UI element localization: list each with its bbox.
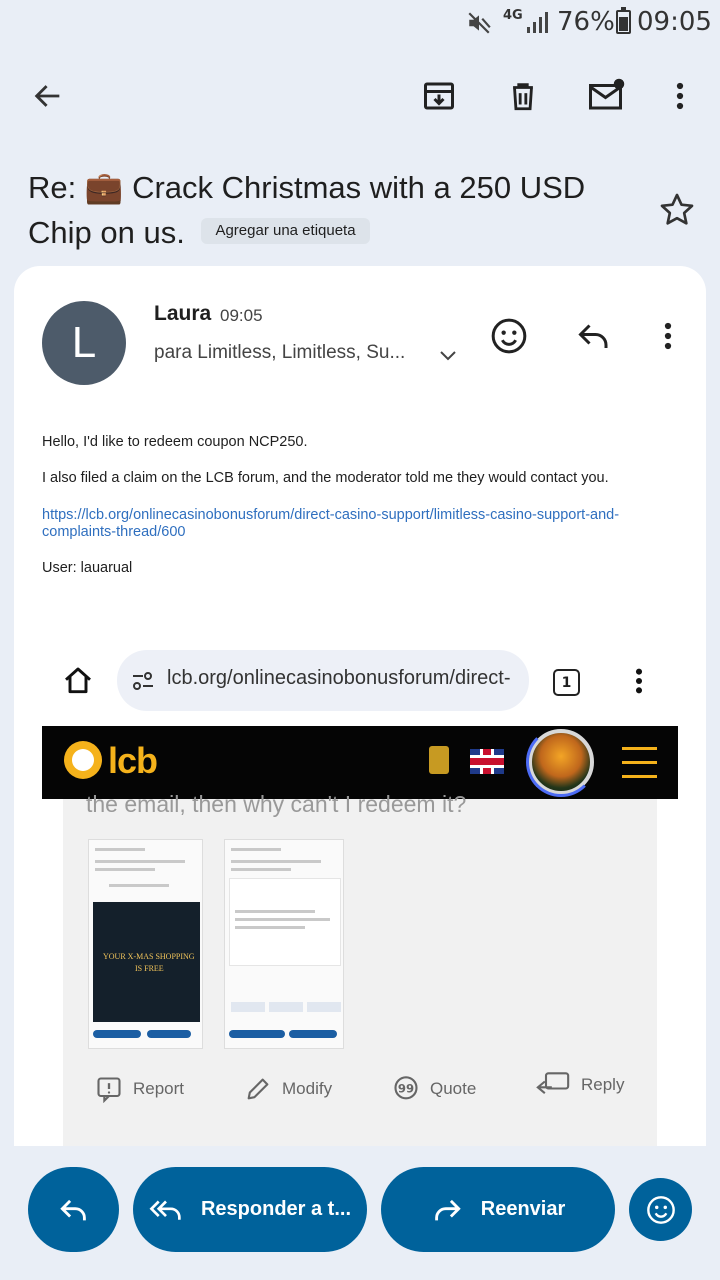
uk-flag-icon xyxy=(470,749,504,774)
forum-post-text: the email, then why can't I redeem it? xyxy=(86,791,467,817)
signal-icon xyxy=(526,12,550,38)
mark-unread-button[interactable] xyxy=(585,74,629,118)
quote-action: 99 Quote xyxy=(392,1075,476,1103)
site-settings-icon xyxy=(131,670,155,696)
battery-icon xyxy=(616,7,631,34)
back-arrow-icon xyxy=(34,85,60,107)
react-bottom-button[interactable] xyxy=(629,1178,692,1241)
forward-label: Reenviar xyxy=(480,1198,566,1220)
reply-all-button[interactable]: Responder a t... xyxy=(133,1167,367,1252)
body-line-1: Hello, I'd like to redeem coupon NCP250. xyxy=(42,434,308,450)
chevron-down-icon xyxy=(440,351,456,361)
add-reaction-button[interactable] xyxy=(487,314,531,358)
modify-action: Modify xyxy=(244,1075,332,1103)
more-options-button[interactable] xyxy=(658,74,702,118)
reply-button[interactable] xyxy=(572,314,616,358)
lcb-mascot-icon xyxy=(64,741,102,779)
email-subject: Re: 💼 Crack Christmas with a 250 USD Chi… xyxy=(28,165,638,255)
svg-text:99: 99 xyxy=(398,1082,414,1096)
avatar[interactable]: L xyxy=(42,301,126,385)
reply-action: Reply xyxy=(535,1071,624,1099)
forum-post-actions: Report Modify 99 Quote Reply xyxy=(63,1069,657,1109)
archive-icon xyxy=(424,82,454,110)
reply-all-icon xyxy=(149,1200,181,1220)
bottom-action-bar: Responder a t... Reenviar xyxy=(0,1146,720,1280)
subject-prefix: Re: xyxy=(28,170,85,205)
home-icon xyxy=(62,665,94,701)
url-bar: lcb.org/onlinecasinobonusforum/direct- xyxy=(117,650,529,711)
expand-details-button[interactable] xyxy=(438,348,458,367)
delete-icon xyxy=(513,83,533,111)
url-text: lcb.org/onlinecasinobonusforum/direct- xyxy=(167,667,511,689)
body-line-2: I also filed a claim on the LCB forum, a… xyxy=(42,470,609,486)
document-icon xyxy=(429,746,449,774)
reply-icon xyxy=(59,1199,86,1220)
network-type: 4G xyxy=(503,8,523,23)
browser-bar: lcb.org/onlinecasinobonusforum/direct- 1 xyxy=(42,641,678,725)
lcb-logo: lcb xyxy=(108,740,158,781)
screenshot-thumbnail xyxy=(224,839,344,1049)
emoji-icon xyxy=(491,318,527,354)
briefcase-icon: 💼 xyxy=(84,170,124,205)
quote-icon: 99 xyxy=(394,1076,418,1100)
battery-percent: 76% xyxy=(557,7,615,37)
delete-button[interactable] xyxy=(501,74,545,118)
forum-post-area: the email, then why can't I redeem it? Y… xyxy=(63,791,657,1146)
more-vert-icon xyxy=(635,667,643,699)
more-vert-icon xyxy=(664,322,672,350)
message-more-button[interactable] xyxy=(646,314,690,358)
hamburger-menu-icon xyxy=(622,747,657,778)
embedded-screenshot[interactable]: lcb.org/onlinecasinobonusforum/direct- 1… xyxy=(42,641,678,1146)
profile-picture xyxy=(526,727,596,797)
lcb-header: lcb xyxy=(42,726,678,799)
user-line: User: lauarual xyxy=(42,560,133,576)
emoji-icon xyxy=(646,1195,675,1224)
status-bar: 4G 76% 09:05 xyxy=(0,0,720,46)
sent-time: 09:05 xyxy=(220,306,263,325)
status-clock: 09:05 xyxy=(637,7,712,37)
forum-link[interactable]: https://lcb.org/onlinecasinobonusforum/d… xyxy=(42,507,682,541)
add-label-chip[interactable]: Agregar una etiqueta xyxy=(201,217,370,244)
archive-button[interactable] xyxy=(417,74,461,118)
pencil-icon xyxy=(247,1078,269,1100)
tab-count: 1 xyxy=(553,669,580,696)
screenshot-thumbnail: YOUR X-MAS SHOPPING IS FREE xyxy=(88,839,203,1049)
star-icon xyxy=(660,193,694,225)
mark-unread-icon xyxy=(589,78,625,110)
star-button[interactable] xyxy=(657,190,697,234)
reply-icon xyxy=(536,1072,570,1094)
forward-icon xyxy=(434,1199,461,1220)
recipients-summary[interactable]: para Limitless, Limitless, Su... xyxy=(154,342,405,364)
forward-button[interactable]: Reenviar xyxy=(381,1167,615,1252)
message-card: L Laura 09:05 para Limitless, Limitless,… xyxy=(14,266,706,1146)
more-vert-icon xyxy=(676,82,684,110)
sender-name: Laura xyxy=(154,302,212,325)
mute-icon xyxy=(466,10,492,40)
reply-icon xyxy=(578,324,608,348)
reply-bottom-button[interactable] xyxy=(28,1167,119,1252)
email-toolbar xyxy=(0,60,720,132)
report-action: Report xyxy=(95,1075,184,1103)
back-button[interactable] xyxy=(26,74,70,118)
report-icon xyxy=(97,1077,121,1103)
reply-all-label: Responder a t... xyxy=(200,1198,352,1220)
